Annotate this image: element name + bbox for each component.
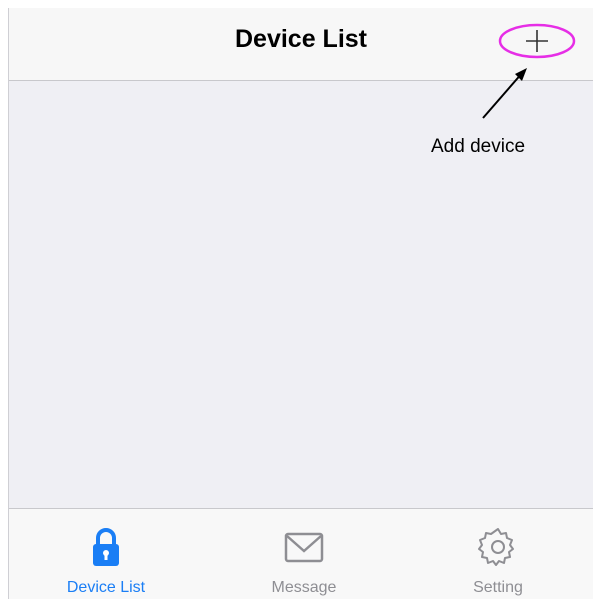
gear-icon: [478, 528, 514, 566]
add-device-button[interactable]: [497, 22, 577, 60]
tab-setting[interactable]: Setting: [423, 509, 573, 599]
envelope-icon: [284, 532, 324, 563]
lock-icon: [93, 528, 119, 566]
annotation-label: Add device: [431, 136, 526, 157]
tab-label-message: Message: [271, 579, 337, 596]
tab-label-setting: Setting: [473, 579, 523, 596]
app-window: Device List Add device Device List Messa…: [8, 8, 593, 599]
annotation-arrow-icon: [482, 68, 527, 119]
tab-device-list[interactable]: Device List: [31, 509, 181, 599]
tab-bar: Device List Message Setting: [9, 508, 593, 599]
tab-label-device-list: Device List: [66, 579, 146, 596]
plus-icon: [498, 23, 576, 59]
tab-message[interactable]: Message: [229, 509, 379, 599]
